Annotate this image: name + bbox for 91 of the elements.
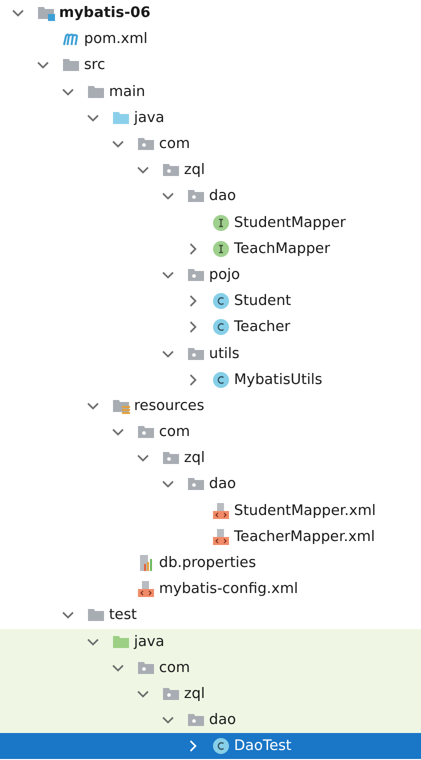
tree-item-label: java xyxy=(134,634,164,650)
tree-row[interactable]: java xyxy=(0,628,421,655)
tree-row[interactable]: dao xyxy=(0,471,421,498)
tree-item-label: TeacherMapper.xml xyxy=(234,528,375,545)
chevron-down-icon[interactable] xyxy=(112,428,124,436)
tree-item-label: resources xyxy=(134,398,204,414)
tree-item-label: zql xyxy=(184,162,205,178)
chevron-down-icon[interactable] xyxy=(137,166,149,174)
tree-row[interactable]: com xyxy=(0,419,421,446)
chevron-down-icon[interactable] xyxy=(112,664,124,672)
tree-row[interactable]: src xyxy=(0,52,421,79)
tree-item-label: com xyxy=(159,424,190,440)
chevron-right-icon[interactable] xyxy=(189,295,197,308)
tree-item-label: dao xyxy=(209,476,236,492)
tree-row[interactable]: zql xyxy=(0,445,421,472)
xml-file-icon xyxy=(212,528,230,546)
tree-row[interactable]: test xyxy=(0,602,421,628)
tree-row[interactable]: DaoTest xyxy=(0,733,421,760)
tree-item-label: com xyxy=(159,136,190,152)
tree-item-label: mybatis-config.xml xyxy=(159,581,298,598)
chevron-down-icon[interactable] xyxy=(37,61,49,70)
chevron-down-icon[interactable] xyxy=(162,192,174,200)
tree-item-label: zql xyxy=(184,450,205,466)
tree-item-label: main xyxy=(109,84,146,100)
tree-row[interactable]: pom.xml xyxy=(0,26,421,52)
tree-item-label: db.properties xyxy=(159,555,256,572)
tree-row[interactable]: java xyxy=(0,104,421,131)
properties-file-icon xyxy=(137,554,155,572)
tree-item-label: Student xyxy=(234,293,292,310)
tree-row[interactable]: Teacher xyxy=(0,314,421,340)
tree-item-label: mybatis-06 xyxy=(59,5,150,22)
tree-item-label: pojo xyxy=(209,266,240,283)
tree-item-label: test xyxy=(109,607,137,624)
tree-item-label: dao xyxy=(209,712,236,728)
tree-row[interactable]: zql xyxy=(0,680,421,708)
chevron-down-icon[interactable] xyxy=(87,114,99,122)
class-icon xyxy=(212,292,230,310)
tree-row[interactable]: StudentMapper.xml xyxy=(0,498,421,524)
interface-icon xyxy=(212,240,230,258)
tree-item-label: dao xyxy=(209,188,236,204)
tree-row[interactable]: TeacherMapper.xml xyxy=(0,524,421,550)
tree-item-label: StudentMapper.xml xyxy=(234,502,376,519)
class-icon xyxy=(212,318,230,336)
tree-row[interactable]: db.properties xyxy=(0,550,421,576)
tree-row[interactable]: com xyxy=(0,654,421,681)
tree-row[interactable]: dao xyxy=(0,707,421,734)
tree-row[interactable]: utils xyxy=(0,340,421,367)
tree-row[interactable]: Student xyxy=(0,288,421,314)
tree-item-label: MybatisUtils xyxy=(234,372,322,388)
xml-file-icon xyxy=(137,580,155,598)
chevron-down-icon[interactable] xyxy=(87,638,99,646)
tree-row[interactable]: TeachMapper xyxy=(0,236,421,262)
tree-item-label: DaoTest xyxy=(234,738,292,754)
tree-row[interactable]: dao xyxy=(0,183,421,210)
chevron-down-icon[interactable] xyxy=(62,611,74,620)
tree-item-label: pom.xml xyxy=(84,31,148,48)
tree-row[interactable]: main xyxy=(0,78,421,105)
chevron-right-icon[interactable] xyxy=(189,374,197,386)
chevron-right-icon[interactable] xyxy=(189,321,197,334)
tree-item-label: java xyxy=(134,110,164,126)
tree-item-label: StudentMapper xyxy=(234,214,346,231)
chevron-down-icon[interactable] xyxy=(112,140,124,148)
tree-row[interactable]: zql xyxy=(0,157,421,184)
tree-item-label: src xyxy=(84,57,106,74)
tree-item-label: TeachMapper xyxy=(234,240,330,257)
chevron-down-icon[interactable] xyxy=(137,454,149,462)
tree-row[interactable]: com xyxy=(0,130,421,158)
interface-icon xyxy=(212,214,230,232)
module-icon xyxy=(37,4,55,22)
tree-item-label: zql xyxy=(184,686,205,702)
tree-row[interactable]: StudentMapper xyxy=(0,210,421,236)
tree-row[interactable]: pojo xyxy=(0,262,421,288)
class-icon xyxy=(212,370,230,389)
chevron-down-icon[interactable] xyxy=(87,402,99,410)
chevron-down-icon[interactable] xyxy=(12,9,24,18)
chevron-right-icon[interactable] xyxy=(189,242,197,255)
chevron-down-icon[interactable] xyxy=(62,88,74,96)
tree-row[interactable]: mybatis-config.xml xyxy=(0,576,421,602)
tree-row[interactable]: resources xyxy=(0,392,421,419)
chevron-down-icon[interactable] xyxy=(162,350,174,358)
tree-item-label: Teacher xyxy=(234,319,290,336)
chevron-down-icon[interactable] xyxy=(162,716,174,724)
chevron-down-icon[interactable] xyxy=(137,690,149,698)
tree-item-label: utils xyxy=(209,346,240,362)
xml-file-icon xyxy=(212,502,230,520)
chevron-down-icon[interactable] xyxy=(162,480,174,488)
tree-row[interactable]: MybatisUtils xyxy=(0,366,421,393)
tree-row[interactable]: mybatis-06 xyxy=(0,0,421,26)
tree-item-label: com xyxy=(159,660,190,676)
class-icon xyxy=(212,737,230,756)
chevron-down-icon[interactable] xyxy=(162,270,174,279)
